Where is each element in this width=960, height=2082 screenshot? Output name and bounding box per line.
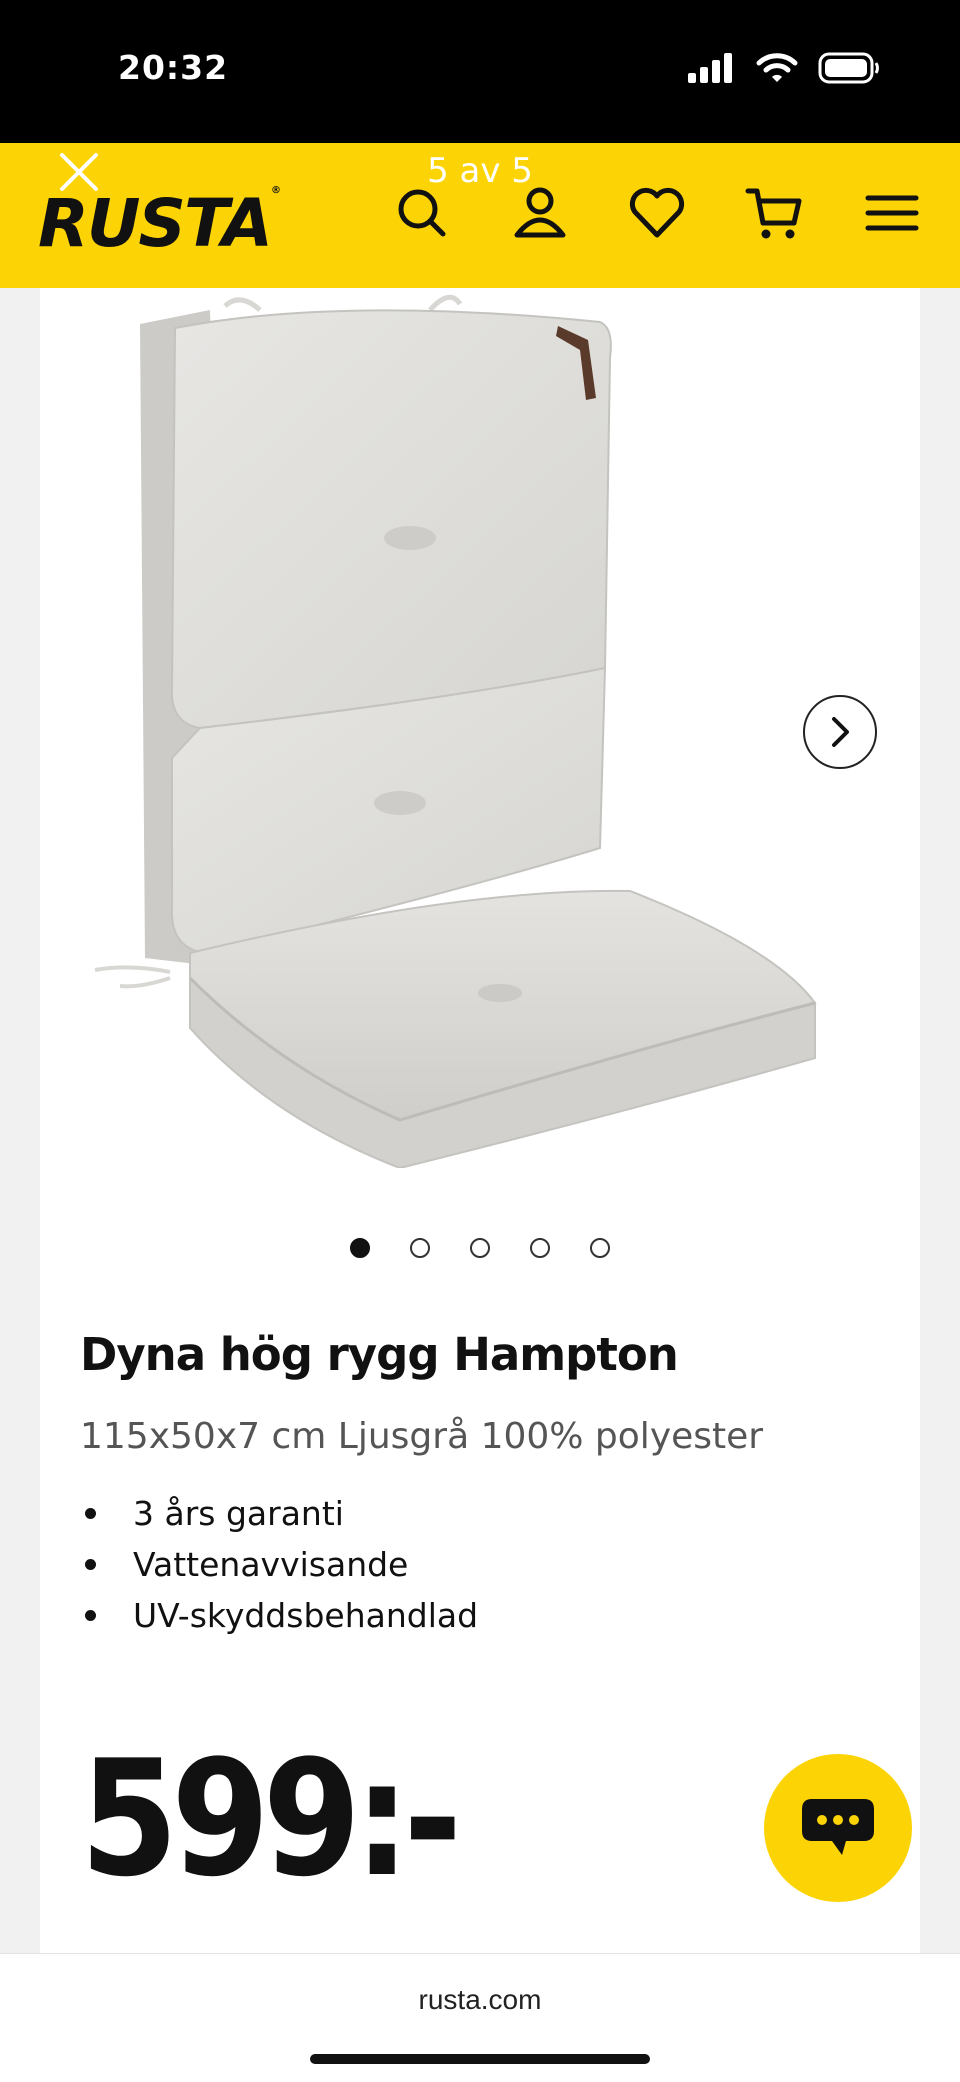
chat-bubble-icon (802, 1799, 874, 1855)
rusta-logo[interactable]: RUSTA® (38, 185, 281, 262)
browser-url[interactable]: rusta.com (0, 1984, 960, 2016)
chat-button[interactable] (764, 1754, 912, 1902)
carousel-dot[interactable] (530, 1238, 550, 1258)
product-card: Dyna hög rygg Hampton 115x50x7 cm Ljusgr… (40, 288, 920, 1953)
heart-icon[interactable] (627, 183, 687, 243)
status-bar: 20:32 (0, 0, 960, 143)
carousel-dots (40, 1238, 920, 1258)
feature-item: 3 års garanti (80, 1488, 478, 1539)
battery-icon (818, 52, 879, 84)
carousel-dot[interactable] (470, 1238, 490, 1258)
carousel-dot[interactable] (350, 1238, 370, 1258)
site-header: 5 av 5 RUSTA® (0, 143, 960, 288)
user-icon[interactable] (510, 183, 570, 243)
carousel-dot[interactable] (590, 1238, 610, 1258)
wifi-icon (756, 53, 798, 82)
cart-icon[interactable] (744, 183, 804, 243)
home-indicator[interactable] (310, 2054, 650, 2064)
carousel-next-button[interactable] (803, 695, 877, 769)
search-icon[interactable] (392, 183, 452, 243)
chevron-right-icon (832, 717, 849, 747)
product-features: 3 års garanti Vattenavvisande UV-skyddsb… (80, 1488, 478, 1641)
status-icons (688, 52, 880, 84)
logo-registered-mark: ® (270, 185, 281, 196)
product-price: 599:- (80, 1746, 463, 1896)
signal-icon (688, 53, 732, 83)
price-text: 599:- (80, 1746, 455, 1896)
product-title: Dyna hög rygg Hampton (80, 1328, 679, 1381)
logo-text: RUSTA (38, 185, 273, 262)
menu-icon[interactable] (862, 183, 922, 243)
browser-bottom-bar: rusta.com (0, 1953, 960, 2082)
feature-item: UV-skyddsbehandlad (80, 1590, 478, 1641)
status-time: 20:32 (118, 48, 229, 87)
product-image[interactable] (40, 288, 920, 1168)
carousel-dot[interactable] (410, 1238, 430, 1258)
product-subtitle: 115x50x7 cm Ljusgrå 100% polyester (80, 1416, 764, 1457)
feature-item: Vattenavvisande (80, 1539, 478, 1590)
